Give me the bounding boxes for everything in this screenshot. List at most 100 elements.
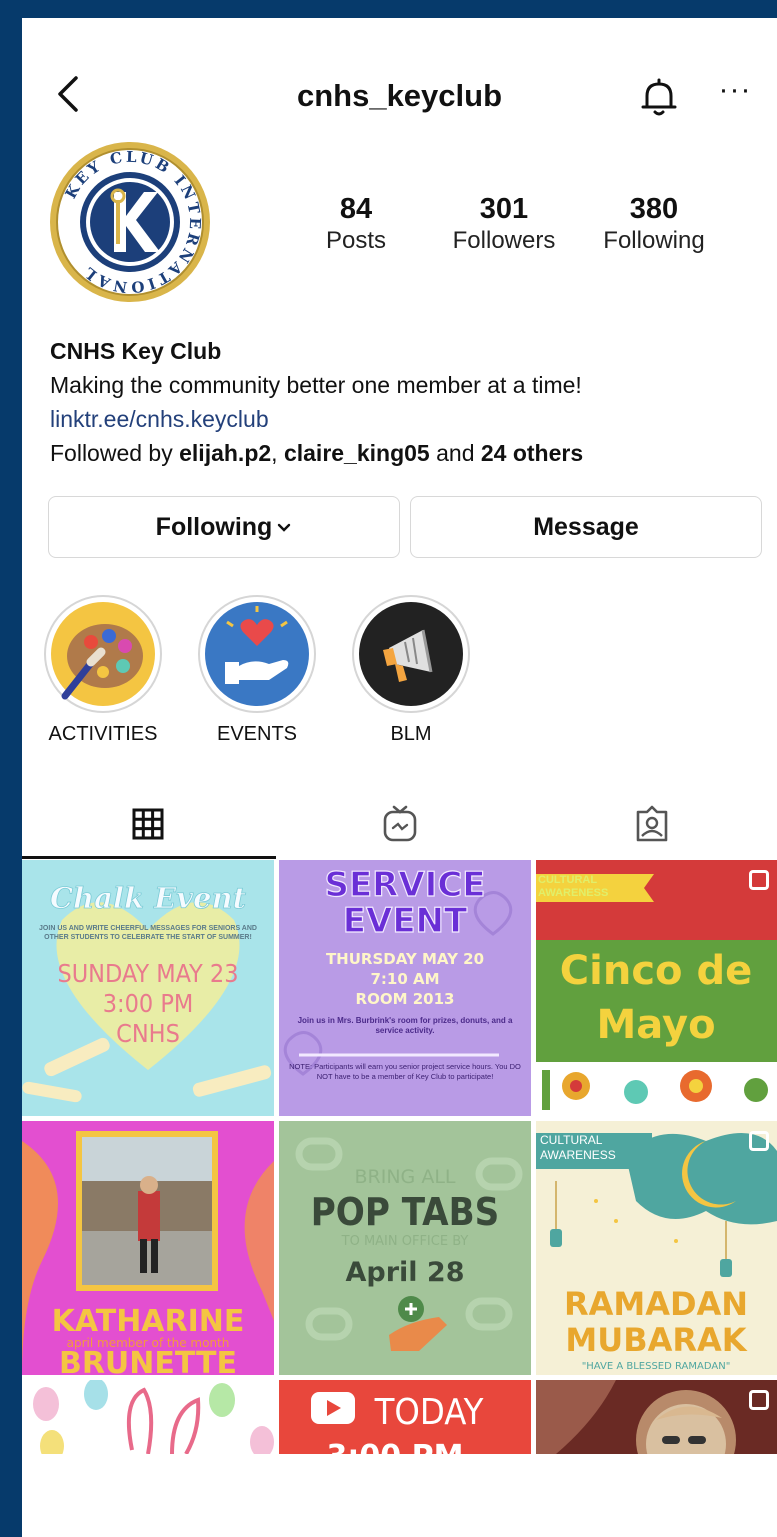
highlight-label: EVENTS bbox=[216, 723, 298, 745]
followed-by-others: 24 others bbox=[480, 440, 584, 466]
post-title: Chalk Event bbox=[50, 881, 247, 915]
post-note: NOTE: Participants will earn you senior … bbox=[289, 1062, 521, 1081]
post-ramadan-mubarak[interactable]: CULTURAL AWARENESS RAMADAN MUBARAK "HAVE… bbox=[536, 1121, 777, 1375]
multiple-photos-icon bbox=[749, 1390, 769, 1410]
bio-text: Making the community better one member a… bbox=[50, 372, 582, 398]
notifications-button[interactable] bbox=[637, 76, 681, 120]
highlight-ring bbox=[198, 595, 316, 713]
post-image: Chalk Event JOIN US AND WRITE CHEERFUL M… bbox=[22, 860, 274, 1116]
following-button-label: Following bbox=[155, 512, 273, 541]
tab-tagged[interactable] bbox=[526, 790, 777, 858]
display-name: CNHS Key Club bbox=[50, 338, 222, 364]
igtv-icon bbox=[383, 805, 416, 842]
post-pop-tabs[interactable]: BRING ALL POP TABS TO MAIN OFFICE BY Apr… bbox=[279, 1121, 531, 1375]
instagram-profile-screen: cnhs_keyclub ··· KEY CLUB INTERNATIONAL … bbox=[22, 0, 777, 1537]
post-photo[interactable] bbox=[536, 1380, 777, 1454]
tab-igtv[interactable] bbox=[274, 790, 525, 858]
bell-icon bbox=[641, 78, 677, 116]
post-cinco-de-mayo[interactable]: CULTURAL AWARENESS Cinco de Mayo bbox=[536, 860, 777, 1116]
post-image: CULTURAL AWARENESS RAMADAN MUBARAK "HAVE… bbox=[536, 1121, 777, 1375]
more-options-icon[interactable]: ··· bbox=[715, 74, 755, 114]
profile-tabs bbox=[22, 790, 777, 858]
following-count[interactable]: 380 Following bbox=[592, 192, 716, 256]
post-easter-eggs[interactable] bbox=[22, 1380, 274, 1454]
post-line: CNHS bbox=[116, 1019, 180, 1048]
post-title: TODAY bbox=[374, 1392, 484, 1433]
multiple-photos-icon bbox=[749, 870, 769, 890]
message-button[interactable]: Message bbox=[410, 496, 762, 558]
post-subtitle: "HAVE A BLESSED RAMADAN" bbox=[582, 1361, 731, 1372]
profile-bio: CNHS Key Club Making the community bette… bbox=[50, 334, 770, 470]
post-line: BRING ALL bbox=[355, 1166, 456, 1188]
device-frame: cnhs_keyclub ··· KEY CLUB INTERNATIONAL … bbox=[0, 0, 777, 1537]
followed-by-mid: and bbox=[429, 440, 481, 466]
highlight-events[interactable]: EVENTS bbox=[198, 595, 316, 746]
tab-grid[interactable] bbox=[22, 790, 273, 858]
bio-link[interactable]: linktr.ee/cnhs.keyclub bbox=[50, 402, 770, 436]
post-service-event[interactable]: SERVICE EVENT THURSDAY MAY 20 7:10 AM RO… bbox=[279, 860, 531, 1116]
highlight-ring bbox=[352, 595, 470, 713]
post-title: EVENT bbox=[343, 901, 468, 941]
posts-count-label: Posts bbox=[325, 227, 387, 254]
post-line: THURSDAY MAY 20 bbox=[326, 950, 484, 968]
post-image: CULTURAL AWARENESS Cinco de Mayo bbox=[536, 860, 777, 1116]
followed-by[interactable]: Followed by elijah.p2, claire_king05 and… bbox=[50, 436, 770, 470]
active-tab-indicator bbox=[22, 856, 276, 859]
post-image: BRING ALL POP TABS TO MAIN OFFICE BY Apr… bbox=[279, 1121, 531, 1375]
followed-by-sep: , bbox=[271, 440, 284, 466]
post-today-stream[interactable]: TODAY 3:00 PM bbox=[279, 1380, 531, 1454]
post-title: Mayo bbox=[596, 1002, 715, 1048]
post-image bbox=[536, 1380, 777, 1454]
post-title: KATHARINE bbox=[52, 1304, 245, 1339]
post-body: JOIN US AND WRITE CHEERFUL MESSAGES FOR … bbox=[39, 925, 257, 941]
post-title: Cinco de bbox=[560, 948, 752, 994]
highlight-blm[interactable]: BLM bbox=[352, 595, 470, 746]
posts-count[interactable]: 84 Posts bbox=[314, 192, 398, 256]
followers-count-value: 301 bbox=[479, 193, 529, 225]
following-count-value: 380 bbox=[629, 193, 679, 225]
highlight-label: BLM bbox=[390, 723, 432, 745]
post-tag: CULTURAL AWARENESS bbox=[538, 874, 609, 899]
post-line: 7:10 AM bbox=[370, 970, 439, 988]
nav-bar: cnhs_keyclub ··· bbox=[22, 60, 777, 130]
following-button[interactable]: Following bbox=[48, 496, 400, 558]
followed-by-user: elijah.p2 bbox=[179, 440, 272, 466]
post-title: MUBARAK bbox=[565, 1321, 747, 1359]
key-club-logo: KEY CLUB INTERNATIONAL bbox=[50, 142, 210, 302]
post-line: April 28 bbox=[345, 1257, 464, 1288]
highlight-ring bbox=[44, 595, 162, 713]
message-button-label: Message bbox=[533, 512, 639, 541]
post-image: SERVICE EVENT THURSDAY MAY 20 7:10 AM RO… bbox=[279, 860, 531, 1116]
followers-count-label: Followers bbox=[452, 227, 556, 254]
helping-hand-heart-icon bbox=[205, 602, 309, 706]
post-line: SUNDAY MAY 23 bbox=[57, 959, 238, 988]
post-line: 3:00 PM bbox=[103, 989, 194, 1018]
post-subtitle: 3:00 PM bbox=[327, 1439, 464, 1454]
tagged-person-icon bbox=[636, 805, 667, 842]
followers-count[interactable]: 301 Followers bbox=[442, 192, 566, 256]
grid-icon bbox=[132, 808, 163, 840]
post-title: SERVICE bbox=[324, 865, 485, 905]
palette-icon bbox=[51, 602, 155, 706]
post-chalk-event[interactable]: Chalk Event JOIN US AND WRITE CHEERFUL M… bbox=[22, 860, 274, 1116]
chevron-down-icon bbox=[278, 523, 291, 532]
followed-by-user: claire_king05 bbox=[283, 440, 430, 466]
post-title: POP TABS bbox=[311, 1190, 500, 1234]
post-member-of-month[interactable]: KATHARINE april member of the month BRUN… bbox=[22, 1121, 274, 1375]
post-image: TODAY 3:00 PM bbox=[279, 1380, 531, 1454]
post-image bbox=[22, 1380, 274, 1454]
post-line: TO MAIN OFFICE BY bbox=[341, 1234, 469, 1249]
multiple-photos-icon bbox=[749, 1131, 769, 1151]
post-image: KATHARINE april member of the month BRUN… bbox=[22, 1121, 274, 1375]
following-count-label: Following bbox=[603, 227, 705, 254]
megaphone-icon bbox=[359, 602, 463, 706]
highlight-activities[interactable]: ACTIVITIES bbox=[44, 595, 162, 746]
followed-by-prefix: Followed by bbox=[50, 440, 180, 466]
post-body: Join us in Mrs. Burbrink's room for priz… bbox=[297, 1016, 513, 1035]
highlight-label: ACTIVITIES bbox=[48, 723, 158, 745]
post-title: BRUNETTE bbox=[59, 1346, 237, 1375]
post-tag: CULTURAL AWARENESS bbox=[540, 1133, 616, 1162]
posts-count-value: 84 bbox=[339, 193, 373, 225]
profile-avatar[interactable]: KEY CLUB INTERNATIONAL bbox=[48, 140, 212, 304]
post-title: RAMADAN bbox=[564, 1285, 748, 1323]
